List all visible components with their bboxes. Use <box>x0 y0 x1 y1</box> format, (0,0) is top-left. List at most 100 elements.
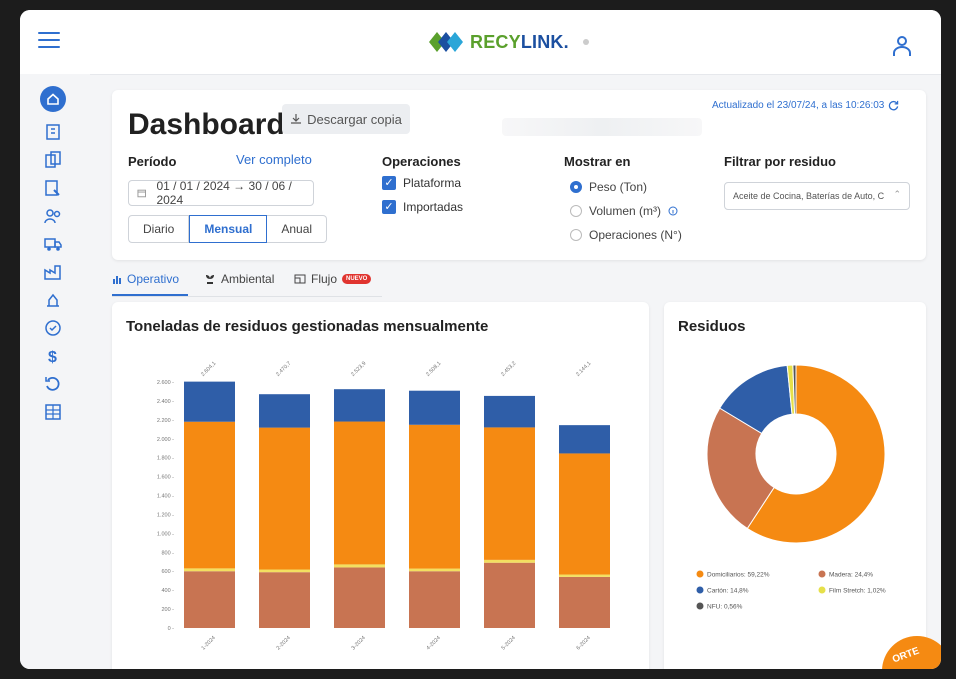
tab-flujo-label: Flujo <box>311 272 338 286</box>
granularity-anual-button[interactable]: Anual <box>267 215 328 243</box>
new-badge: NUEVO <box>342 274 372 284</box>
bar-segment <box>259 569 310 573</box>
bar-segment <box>559 574 610 577</box>
legend-label: Madera: 24,4% <box>829 572 873 579</box>
importadas-checkbox[interactable]: ✓ Importadas <box>382 200 463 214</box>
y-tick-label: 2.200 - <box>157 418 174 424</box>
bar-segment <box>409 571 460 628</box>
sidebar-users-icon[interactable] <box>43 206 63 226</box>
bar-segment <box>559 576 610 628</box>
bar-segment <box>559 425 610 454</box>
y-tick-label: 600 - <box>161 569 174 575</box>
operations-label: Operaciones <box>382 154 461 169</box>
x-tick-label: 2-2024 <box>276 635 292 651</box>
bar-segment <box>409 424 460 569</box>
granularity-mensual-button[interactable]: Mensual <box>189 215 268 243</box>
bar-segment <box>334 564 385 568</box>
bar-total-label: 2.470,7 <box>275 361 292 378</box>
radio-empty-icon <box>570 205 582 217</box>
x-tick-label: 5-2024 <box>501 635 517 651</box>
sidebar-history-icon[interactable] <box>43 374 63 394</box>
legend-swatch <box>696 602 704 610</box>
tab-flujo[interactable]: Flujo NUEVO <box>294 272 372 286</box>
bar-chart-icon <box>113 276 121 284</box>
download-copy-label: Descargar copia <box>307 111 402 127</box>
checkbox-checked-icon: ✓ <box>382 176 396 190</box>
sidebar-table-icon[interactable] <box>43 402 63 422</box>
info-icon[interactable] <box>668 206 678 216</box>
peso-radio[interactable]: Peso (Ton) <box>570 180 647 194</box>
bar-chart: 0 - 200 - 400 - 600 - 800 - 1.000 - 1.200 - 1.4… <box>157 361 610 651</box>
bar-segment <box>334 421 385 565</box>
residue-select[interactable]: Aceite de Cocina, Baterías de Auto, C ⌃ <box>724 182 910 210</box>
logo-text-re: RECY <box>470 31 521 52</box>
radio-selected-icon <box>570 181 582 193</box>
bar-segment <box>334 567 385 628</box>
sidebar-building-icon[interactable] <box>43 122 63 142</box>
bar-segment <box>559 453 610 575</box>
y-tick-label: 2.600 - <box>157 380 174 386</box>
bar-total-label: 2.604,1 <box>200 361 217 378</box>
residue-filter-label: Filtrar por residuo <box>724 154 836 169</box>
bar-segment <box>259 427 310 570</box>
sidebar-dollar-icon[interactable]: $ <box>43 346 63 366</box>
sidebar-report-icon[interactable] <box>43 178 63 198</box>
last-updated: Actualizado el 23/07/24, a las 10:26:03 <box>712 100 899 111</box>
granularity-diario-button[interactable]: Diario <box>128 215 190 243</box>
y-tick-label: 400 - <box>161 588 174 594</box>
volumen-radio[interactable]: Volumen (m³) <box>570 204 678 218</box>
svg-text:$: $ <box>48 349 57 366</box>
peso-label: Peso (Ton) <box>589 180 648 194</box>
y-tick-label: 2.400 - <box>157 399 174 405</box>
app-window: RECYLINK. $ Dashboard Descargar copia Ac… <box>20 10 941 669</box>
y-tick-label: 0 - <box>168 626 175 632</box>
chevron-updown-icon: ⌃ <box>893 189 901 199</box>
residue-select-value: Aceite de Cocina, Baterías de Auto, C <box>733 191 885 201</box>
plant-icon <box>206 275 214 284</box>
granularity-segmented: Diario Mensual Anual <box>128 215 328 243</box>
legend-swatch <box>696 570 704 578</box>
bar-segment <box>184 571 235 628</box>
sidebar-factory-icon[interactable] <box>43 262 63 282</box>
user-icon[interactable] <box>890 34 914 58</box>
tab-ambiental-label: Ambiental <box>221 272 275 286</box>
bar-segment <box>184 381 235 422</box>
y-tick-label: 200 - <box>161 607 174 613</box>
tab-operativo-label: Operativo <box>127 272 180 286</box>
sidebar-check-icon[interactable] <box>43 318 63 338</box>
sidebar-documents-icon[interactable] <box>43 150 63 170</box>
refresh-icon[interactable] <box>888 100 899 111</box>
plataforma-label: Plataforma <box>403 176 462 190</box>
sidebar-truck-icon[interactable] <box>43 234 63 254</box>
operaciones-radio[interactable]: Operaciones (N°) <box>570 228 682 242</box>
tab-active-indicator <box>112 294 188 296</box>
status-dot <box>582 39 589 45</box>
logo-text: RECYLINK. <box>470 32 569 53</box>
x-tick-label: 1-2024 <box>201 635 217 651</box>
view-full-link[interactable]: Ver completo <box>236 152 312 167</box>
monthly-tonnage-card: Toneladas de residuos gestionadas mensua… <box>112 302 649 669</box>
support-badge-text: ORTE <box>890 645 921 666</box>
last-updated-text: Actualizado el 23/07/24, a las 10:26:03 <box>712 100 885 111</box>
menu-icon[interactable] <box>38 32 60 50</box>
date-range-field[interactable]: 01 / 01 / 2024 → 30 / 06 / 2024 <box>128 179 314 207</box>
bar-total-label: 2.144,1 <box>575 361 592 378</box>
legend-swatch <box>696 586 704 594</box>
y-tick-label: 1.200 - <box>157 512 174 518</box>
sidebar-home-icon[interactable] <box>40 86 66 112</box>
bar-segment <box>409 390 460 425</box>
sidebar-recycle-icon[interactable] <box>43 290 63 310</box>
tab-ambiental[interactable]: Ambiental <box>204 272 274 286</box>
tab-operativo[interactable]: Operativo <box>112 272 179 286</box>
volumen-label: Volumen (m³) <box>589 204 662 218</box>
y-tick-label: 2.000 - <box>157 437 174 443</box>
legend-label: Cartón: 14,8% <box>707 588 749 595</box>
bar-segment <box>484 395 535 428</box>
x-tick-label: 3-2024 <box>351 635 367 651</box>
plataforma-checkbox[interactable]: ✓ Plataforma <box>382 176 461 190</box>
page-title: Dashboard <box>128 108 285 141</box>
y-tick-label: 1.800 - <box>157 456 174 462</box>
download-copy-button[interactable]: Descargar copia <box>282 104 410 134</box>
logo-text-link: LINK. <box>520 31 569 52</box>
sidebar: $ <box>20 74 90 669</box>
